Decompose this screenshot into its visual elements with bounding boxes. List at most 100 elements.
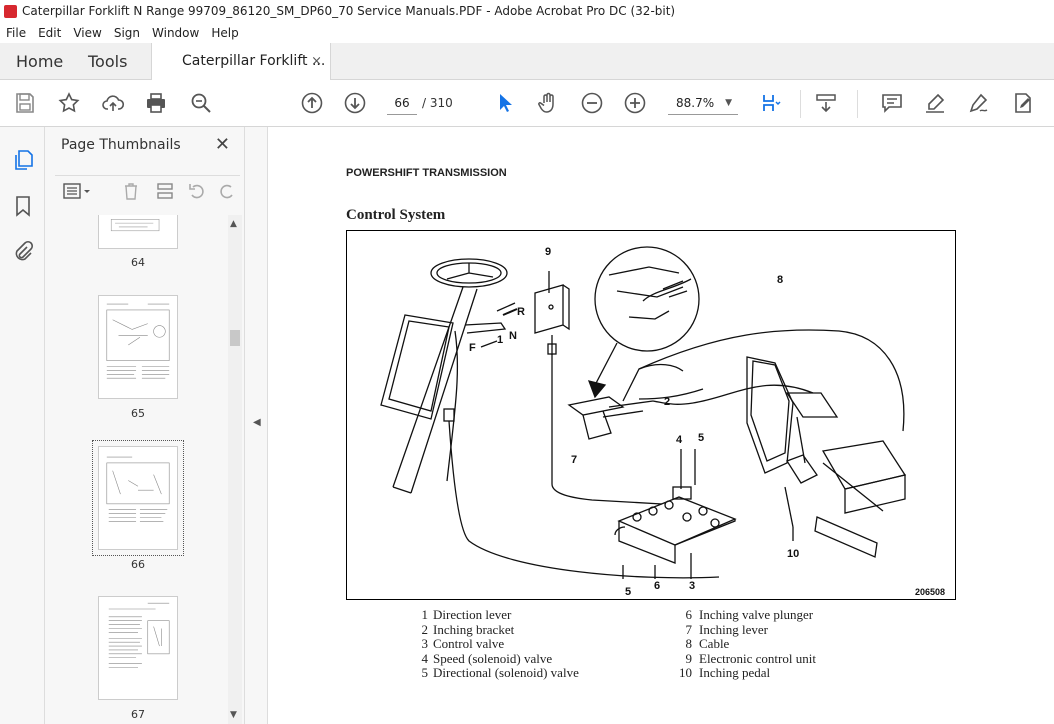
callout-7: 7: [571, 454, 577, 466]
scroll-up-icon[interactable]: ▲: [230, 219, 237, 229]
scroll-mode-icon[interactable]: [813, 90, 839, 116]
rotate-clockwise-icon[interactable]: [215, 180, 239, 202]
zoom-level-select[interactable]: 88.7% ▼: [668, 91, 738, 115]
legend-right: 6 Inching valve plunger 7 Inching lever 8C…: [678, 607, 816, 681]
callout-5: 5: [698, 432, 704, 444]
callout-1: 1: [497, 334, 503, 346]
legend-item: 10 Inching pedal: [679, 665, 771, 681]
label-N: N: [509, 330, 517, 342]
thumbnail-preview: [106, 303, 170, 379]
legend-left: 1 Direction lever 2 Inching bracket 3 Contr…: [414, 607, 579, 681]
thumbnail-page-67[interactable]: [98, 596, 178, 700]
extract-page-icon[interactable]: [153, 180, 177, 202]
panel-close-icon[interactable]: ✕: [215, 134, 230, 155]
callout-9: 9: [545, 246, 551, 258]
window-title: Caterpillar Forklift N Range 99709_86120…: [22, 4, 676, 18]
menu-file[interactable]: File: [0, 23, 32, 43]
page-display-icon[interactable]: [758, 90, 784, 116]
callout-8: 8: [777, 274, 783, 286]
edit-pdf-icon[interactable]: [1010, 90, 1036, 116]
control-system-diagram: 1 2 3 4 5 6 7 8 9 10 R N F 5 206508: [346, 230, 956, 600]
page-number-input[interactable]: 66: [387, 91, 417, 115]
figure-id: 206508: [915, 587, 945, 597]
section-header: POWERSHIFT TRANSMISSION: [346, 167, 507, 179]
menu-window[interactable]: Window: [146, 23, 205, 43]
callout-4: 4: [676, 434, 683, 446]
panel-splitter[interactable]: ◀: [245, 127, 268, 724]
zoom-search-icon[interactable]: [188, 90, 214, 116]
scroll-down-icon[interactable]: ▼: [230, 710, 237, 720]
thumbnail-preview: [108, 602, 170, 668]
menu-view[interactable]: View: [67, 23, 107, 43]
diagram-drawing: 1 2 3 4 5 6 7 8 9 10 R N F 5 206508: [380, 246, 945, 598]
delete-page-icon[interactable]: [119, 180, 143, 202]
chevron-down-icon: ▼: [725, 98, 732, 108]
menu-bar: File Edit View Sign Window Help: [0, 23, 1054, 43]
thumbnail-preview: [106, 456, 170, 522]
toolbar-divider: [800, 90, 801, 118]
thumbnail-label: 65: [131, 407, 145, 420]
select-cursor-icon[interactable]: [492, 90, 518, 116]
legend-item: 1 Direction lever: [421, 607, 512, 622]
legend-item: 4 Speed (solenoid) valve: [421, 650, 553, 666]
thumbnail-preview: [110, 219, 160, 232]
label-F: F: [469, 342, 476, 354]
menu-sign[interactable]: Sign: [108, 23, 146, 43]
cloud-upload-icon[interactable]: [100, 90, 126, 116]
tab-bar: Home Tools Caterpillar Forklift ... ×: [0, 43, 1054, 81]
document-view[interactable]: POWERSHIFT TRANSMISSION Control System 1…: [268, 127, 1054, 724]
zoom-in-icon[interactable]: [622, 90, 648, 116]
thumbnail-list: 64 65 66 67: [45, 215, 227, 724]
print-icon[interactable]: [143, 90, 169, 116]
next-page-icon[interactable]: [342, 90, 368, 116]
collapse-panel-icon[interactable]: ◀: [253, 417, 261, 428]
zoom-out-icon[interactable]: [579, 90, 605, 116]
thumbnail-scrollbar[interactable]: ▲ ▼: [228, 215, 242, 724]
thumbnail-page-65[interactable]: [98, 295, 178, 399]
legend-item: 2 Inching bracket: [421, 621, 515, 637]
callout-2: 2: [664, 396, 670, 408]
thumbnail-page-66[interactable]: [92, 440, 184, 556]
callout-5-bottom: 5: [625, 586, 631, 598]
bookmark-star-icon[interactable]: [56, 90, 82, 116]
tab-document[interactable]: Caterpillar Forklift ... ×: [151, 43, 331, 81]
tab-document-label: Caterpillar Forklift ...: [182, 53, 326, 69]
window-titlebar: Caterpillar Forklift N Range 99709_86120…: [0, 0, 1054, 23]
callout-6: 6: [654, 580, 660, 592]
page-thumbnails-icon[interactable]: [10, 147, 36, 173]
legend-item: 8 Cable: [685, 636, 730, 652]
bookmarks-icon[interactable]: [10, 193, 36, 219]
toolbar-divider: [857, 90, 858, 118]
acrobat-app-icon: [4, 5, 17, 18]
draw-sign-icon[interactable]: [966, 90, 992, 116]
tab-home[interactable]: Home: [16, 43, 63, 80]
callout-3: 3: [689, 580, 695, 592]
thumbnail-options-icon[interactable]: [59, 180, 95, 202]
rotate-counterclockwise-icon[interactable]: [185, 180, 209, 202]
legend-item: 9 Electronic control unit: [685, 650, 816, 666]
legend-item: 7 Inching lever: [685, 621, 768, 637]
thumbnail-label: 64: [131, 256, 145, 269]
figure-title: Control System: [346, 207, 446, 223]
callout-10: 10: [787, 548, 799, 560]
comment-icon[interactable]: [879, 90, 905, 116]
save-icon[interactable]: [12, 90, 38, 116]
hand-tool-icon[interactable]: [535, 90, 561, 116]
previous-page-icon[interactable]: [299, 90, 325, 116]
legend-item: 6 Inching valve plunger: [685, 607, 814, 622]
main-toolbar: 66 / 310 88.7% ▼: [0, 80, 1054, 127]
left-navigation-rail: [0, 127, 45, 724]
menu-edit[interactable]: Edit: [32, 23, 67, 43]
thumbnail-label: 67: [131, 708, 145, 721]
attachments-icon[interactable]: [10, 239, 36, 265]
tab-close-icon[interactable]: ×: [311, 43, 322, 80]
menu-help[interactable]: Help: [205, 23, 244, 43]
page-total: / 310: [422, 96, 453, 110]
panel-toolbar: [55, 175, 240, 205]
thumbnail-page-64[interactable]: [98, 215, 178, 249]
highlight-pen-icon[interactable]: [922, 90, 948, 116]
tab-tools[interactable]: Tools: [88, 43, 127, 80]
panel-title: Page Thumbnails: [61, 137, 181, 153]
page-thumbnails-panel: Page Thumbnails ✕ 64 65 66 67 ▲ ▼: [45, 127, 245, 724]
scrollbar-thumb[interactable]: [230, 330, 240, 346]
